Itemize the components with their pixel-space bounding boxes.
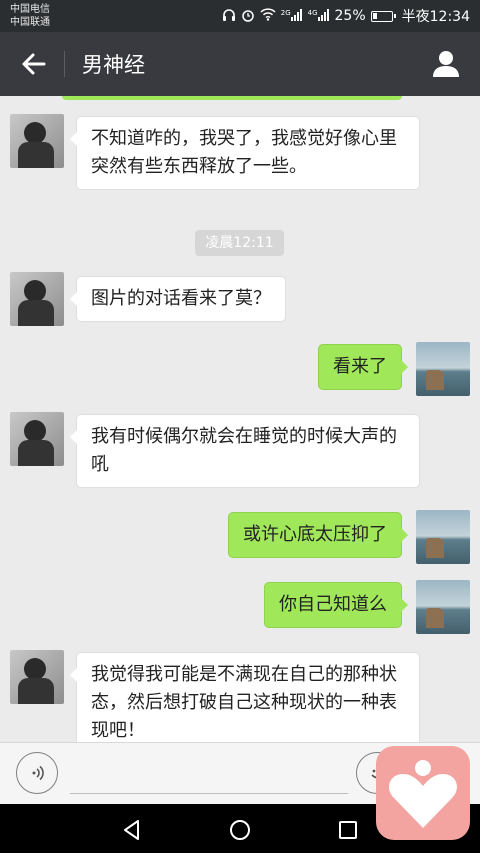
message-bubble[interactable]: 我有时候偶尔就会在睡觉的时候大声的吼 [70,414,420,488]
wifi-icon [260,8,276,24]
status-icons: 2G 4G 25% 半夜12:34 [222,6,470,26]
contact-avatar[interactable] [10,412,64,466]
signal-4g-icon: 4G [308,8,330,24]
message-bubble[interactable]: 我觉得我可能是不满现在自己的那种状态，然后想打破自己这种现状的一种表现吧！ [70,652,420,742]
heart-person-logo [376,746,470,840]
person-icon[interactable] [430,48,462,80]
contact-avatar[interactable] [10,114,64,168]
arrow-left-icon[interactable] [18,48,50,80]
alarm-icon [241,8,255,25]
chat-title: 男神经 [82,53,145,77]
contact-avatar[interactable] [10,272,64,326]
my-avatar[interactable] [416,580,470,634]
title-divider [64,51,65,77]
message-bubble[interactable]: 不知道咋的，我哭了，我感觉好像心里突然有些东西释放了一些。 [70,116,420,190]
carrier-1: 中国电信 [10,4,50,15]
nav-recent-icon[interactable] [336,818,360,842]
nav-back-icon[interactable] [120,818,144,842]
battery-icon [370,10,396,22]
nav-home-icon[interactable] [228,818,252,842]
chat-messages: 不知道咋的，我哭了，我感觉好像心里突然有些东西释放了一些。 凌晨12:11 图片… [0,96,480,742]
contact-avatar[interactable] [10,650,64,704]
message-bubble[interactable]: 你自己知道么 [264,582,408,628]
message-bubble[interactable]: 或许心底太压抑了 [228,512,408,558]
battery-percent: 25% [334,8,366,24]
title-bar: 男神经 [0,32,480,96]
timestamp: 凌晨12:11 [195,230,284,256]
my-avatar[interactable] [416,342,470,396]
headphones-icon [222,8,236,25]
message-bubble[interactable]: 图片的对话看来了莫？ [70,276,286,322]
voice-icon[interactable] [16,752,58,794]
input-underline [70,793,348,794]
status-time: 半夜12:34 [401,9,470,25]
carrier-info: 中国电信 中国联通 [10,3,50,29]
message-bubble[interactable]: 看来了 [318,344,408,390]
carrier-2: 中国联通 [10,17,50,28]
signal-2g-icon: 2G [281,8,303,24]
message-bubble-partial[interactable] [62,96,402,100]
message-input[interactable] [70,751,354,795]
status-bar: 中国电信 中国联通 2G 4G 25% 半夜12:34 [0,0,480,32]
my-avatar[interactable] [416,510,470,564]
